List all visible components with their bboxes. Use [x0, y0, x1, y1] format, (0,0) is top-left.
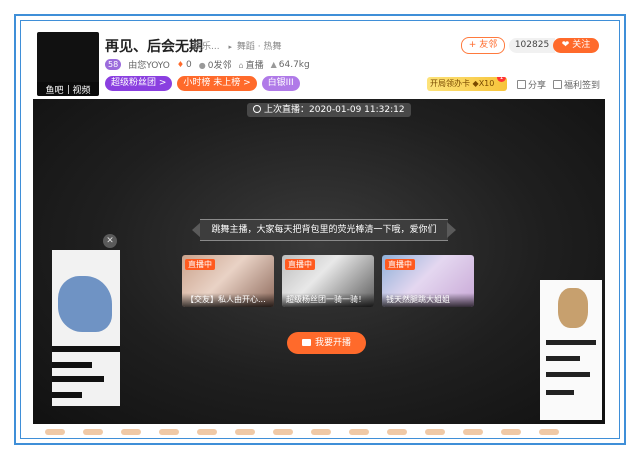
home-icon: ⌂ [238, 61, 244, 70]
gift-item-icon[interactable] [197, 428, 217, 435]
room-header: 鱼吧 视频 再见、后会无期 娱乐... ▸ 舞蹈 · 热舞 58 由您YOYO … [33, 30, 605, 98]
live-badge: 直播中 [285, 259, 315, 270]
clock-icon [253, 105, 261, 113]
streamer-avatar[interactable]: 鱼吧 视频 [37, 32, 99, 96]
divider [546, 356, 580, 361]
chevron-right-icon: ▸ [228, 43, 232, 51]
checkin-icon [553, 80, 562, 89]
follower-count: 102825 [509, 38, 555, 53]
subcategory2-link[interactable]: 热舞 [264, 42, 282, 52]
weight-value: 64.7kg [278, 59, 310, 70]
welfare-label: 福利签到 [564, 81, 601, 91]
add-friend-button[interactable]: + 友邻 [461, 37, 505, 54]
divider [52, 362, 92, 368]
recommended-room-card[interactable]: 直播中 钱天然腿跳大姐姐 [382, 255, 474, 307]
weight-stat: ▲ 64.7kg [271, 60, 310, 70]
open-card-label: 开局领办卡 ◆X10 [430, 79, 495, 88]
subcategory-link[interactable]: 舞蹈 [237, 42, 255, 52]
divider [546, 340, 596, 345]
divider [52, 392, 82, 398]
fishbar-link[interactable]: 鱼吧 [45, 83, 63, 96]
weight-icon: ▲ [270, 59, 277, 69]
fan-club-tag[interactable]: 超级粉丝团 > [105, 76, 173, 91]
banner-text: 跳舞主播，大家每天把背包里的荧光棒清一下哦，爱你们 [200, 219, 448, 241]
room-title: 再见、后会无期 [105, 39, 203, 55]
promo-widget[interactable] [540, 280, 602, 420]
shark-mascot-image [58, 276, 112, 332]
room-caption: 超级杨丝团一骑一骑！ [282, 293, 374, 307]
video-link[interactable]: 视频 [73, 83, 91, 96]
friends-stat: ● 0发邻 [199, 58, 232, 71]
gift-item-icon[interactable] [463, 428, 483, 435]
open-card-button[interactable]: 开局领办卡 ◆X10 1 [427, 77, 507, 91]
start-streaming-button[interactable]: 我要开播 [287, 332, 366, 354]
card-badge: 1 [497, 77, 506, 82]
gift-toolbar [33, 425, 605, 438]
promo-character-image [558, 288, 588, 328]
announcement-banner: 跳舞主播，大家每天把背包里的荧光棒清一下哦，爱你们 [192, 219, 456, 241]
divider [67, 84, 69, 94]
hour-rank-tag[interactable]: 小时榜 未上榜 > [177, 76, 257, 91]
live-badge: 直播中 [185, 259, 215, 270]
recommended-room-card[interactable]: 直播中 超级杨丝团一骑一骑！ [282, 255, 374, 307]
live-value: 直播 [245, 61, 264, 71]
category-link[interactable]: 娱乐... [193, 42, 220, 52]
gift-item-icon[interactable] [273, 428, 293, 435]
avatar-footer: 鱼吧 视频 [37, 82, 99, 96]
divider [52, 376, 104, 382]
room-meta: 58 由您YOYO ♦ 0 ● 0发邻 ⌂ 直播 ▲ 64.7kg [105, 58, 310, 71]
gift-item-icon[interactable] [349, 428, 369, 435]
breadcrumb: 娱乐... ▸ 舞蹈 · 热舞 [193, 39, 282, 52]
follow-button[interactable]: ❤ 关注 [553, 38, 599, 53]
owner-name[interactable]: 由您YOYO [128, 58, 170, 71]
divider [546, 372, 590, 377]
welfare-checkin-button[interactable]: 福利签到 [553, 78, 600, 91]
camera-icon [301, 339, 311, 346]
tag-row: 超级粉丝团 > 小时榜 未上榜 > 白银III [105, 76, 300, 91]
fire-icon: ♦ [176, 59, 185, 69]
start-streaming-label: 我要开播 [314, 338, 351, 348]
room-caption: 【交友】私人由开心... [182, 293, 274, 307]
gift-item-icon[interactable] [311, 428, 331, 435]
live-stat: ⌂ 直播 [239, 58, 264, 71]
silver-tag[interactable]: 白银III [261, 76, 300, 91]
share-button[interactable]: 分享 [517, 78, 546, 91]
heat-stat: ♦ 0 [177, 60, 192, 70]
gift-item-icon[interactable] [45, 428, 65, 435]
divider [52, 346, 120, 352]
live-badge: 直播中 [385, 259, 415, 270]
close-icon[interactable]: ✕ [103, 234, 117, 248]
recommended-room-card[interactable]: 直播中 【交友】私人由开心... [182, 255, 274, 307]
gift-item-icon[interactable] [539, 428, 559, 435]
friends-value: 0发邻 [207, 61, 232, 71]
last-live-badge: 上次直播：2020-01-09 11:32:12 [247, 103, 411, 117]
gift-item-icon[interactable] [387, 428, 407, 435]
breadcrumb-separator: · [257, 42, 261, 52]
room-caption: 钱天然腿跳大姐姐 [382, 293, 474, 307]
people-icon: ● [198, 61, 206, 70]
divider [546, 390, 574, 395]
gift-item-icon[interactable] [121, 428, 141, 435]
shark-mascot-widget[interactable] [52, 250, 120, 406]
gift-item-icon[interactable] [83, 428, 103, 435]
gift-item-icon[interactable] [235, 428, 255, 435]
banner-tip-right [447, 222, 456, 238]
last-live-text: 上次直播：2020-01-09 11:32:12 [264, 105, 405, 115]
heat-value: 0 [186, 59, 192, 70]
level-badge: 58 [105, 59, 122, 70]
share-icon [517, 80, 526, 89]
gift-item-icon[interactable] [159, 428, 179, 435]
gift-item-icon[interactable] [501, 428, 521, 435]
gift-item-icon[interactable] [425, 428, 445, 435]
share-label: 分享 [528, 81, 547, 91]
